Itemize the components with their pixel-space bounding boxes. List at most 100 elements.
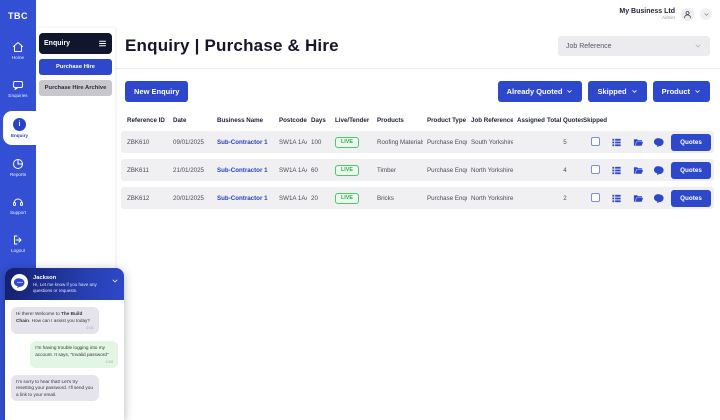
product-type-cell: Purchase Enquiry <box>423 139 467 146</box>
chat-icon[interactable] <box>654 165 665 176</box>
chat-agent-name: Jackson <box>33 275 105 282</box>
chat-agent-info: Jackson Hi, Let me know if you have any … <box>33 274 105 293</box>
purchase-hire-archive-button[interactable]: Purchase Hire Archive <box>39 80 112 96</box>
sidebar-item-reports[interactable]: Reports <box>0 152 36 183</box>
chat-message-text: . How can I assist you today? <box>29 318 90 323</box>
days-cell: 100 <box>307 139 331 146</box>
chat-messages: Hi there! Welcome to The Build Chain. Ho… <box>5 300 124 415</box>
sidebar-item-label: Support <box>10 210 26 215</box>
live-badge: LIVE <box>335 165 359 176</box>
collapse-panel-icon[interactable] <box>98 39 107 48</box>
chat-message-agent: I'm sorry to hear that! Let's try resett… <box>11 375 99 401</box>
quotes-button[interactable]: Quotes <box>671 190 711 207</box>
actions-bar: New Enquiry Already Quoted Skipped Produ… <box>115 69 720 112</box>
app-root: TBC Home Enquiries i Enquiry Reports <box>0 0 720 420</box>
skipped-filter-button[interactable]: Skipped <box>588 81 646 102</box>
business-name-link[interactable]: Sub-Contractor 1 <box>217 195 268 202</box>
sidebar-item-label: Enquiries <box>8 93 27 98</box>
chat-agent-avatar <box>11 274 28 291</box>
chat-message-user: I'm having trouble logging into my accou… <box>30 341 118 368</box>
postcode-cell: SW1A 1AA <box>275 167 307 174</box>
user-name: My Business Ltd <box>619 8 675 16</box>
avatar[interactable] <box>681 8 694 21</box>
chat-icon[interactable] <box>654 193 665 204</box>
sidebar-item-enquiries[interactable]: Enquiries <box>0 73 36 104</box>
job-reference-label: Job Reference <box>566 43 612 50</box>
column-header: Reference ID <box>123 117 169 124</box>
chat-collapse-chevron-icon[interactable] <box>111 272 119 280</box>
date-cell: 21/01/2025 <box>169 167 213 174</box>
column-header: Products <box>373 117 423 124</box>
chat-message-time: 2:03 <box>35 360 113 365</box>
table-row: ZBK611 21/01/2025 Sub-Contractor 1 SW1A … <box>121 159 714 181</box>
folder-icon[interactable] <box>633 165 644 176</box>
business-name-link[interactable]: Sub-Contractor 1 <box>217 139 268 146</box>
table-header-row: Reference ID Date Business Name Postcode… <box>121 114 714 131</box>
sidebar-item-logout[interactable]: Logout <box>0 228 36 259</box>
folder-icon[interactable] <box>633 137 644 148</box>
filter-label: Already Quoted <box>507 87 563 96</box>
enquiry-table: Reference ID Date Business Name Postcode… <box>115 112 720 209</box>
products-cell: Timber <box>373 167 423 174</box>
sidebar-item-label: Reports <box>10 172 26 177</box>
product-type-cell: Purchase Enquiry <box>423 167 467 174</box>
list-view-icon[interactable] <box>611 193 622 204</box>
already-quoted-filter-button[interactable]: Already Quoted <box>498 81 583 102</box>
logout-icon <box>12 234 24 246</box>
total-quotes-cell: 5 <box>547 139 583 146</box>
user-info: My Business Ltd Admin <box>619 8 675 21</box>
chevron-down-icon <box>694 88 701 95</box>
sidebar-item-enquiry[interactable]: i Enquiry <box>3 111 36 145</box>
sidebar-item-support[interactable]: Support <box>0 190 36 221</box>
date-cell: 09/01/2025 <box>169 139 213 146</box>
purchase-hire-button[interactable]: Purchase Hire <box>39 59 112 75</box>
business-name-link[interactable]: Sub-Contractor 1 <box>217 167 268 174</box>
sidebar-item-label: Logout <box>11 248 25 253</box>
live-badge: LIVE <box>335 193 359 204</box>
column-header: Product Type <box>423 117 467 124</box>
skipped-checkbox[interactable] <box>591 193 600 202</box>
chat-widget: Jackson Hi, Let me know if you have any … <box>5 268 124 420</box>
chat-icon[interactable] <box>654 137 665 148</box>
user-menu-chevron-icon[interactable] <box>700 8 712 20</box>
column-header: Live/Tender <box>331 117 373 124</box>
enquiry-panel-header: Enquiry <box>39 33 112 54</box>
panel-title: Enquiry <box>44 40 70 47</box>
job-reference-select[interactable]: Job Reference <box>558 36 710 56</box>
list-view-icon[interactable] <box>611 165 622 176</box>
column-header: Job Reference <box>467 117 513 124</box>
postcode-cell: SW1A 1AA <box>275 139 307 146</box>
filter-label: Product <box>662 87 690 96</box>
chat-agent-subtitle: Hi, Let me know if you have any question… <box>33 282 105 293</box>
filter-label: Skipped <box>597 87 626 96</box>
product-type-cell: Purchase Enquiry <box>423 195 467 202</box>
sidebar-item-home[interactable]: Home <box>0 35 36 66</box>
page-title: Enquiry | Purchase & Hire <box>125 36 339 56</box>
days-cell: 60 <box>307 167 331 174</box>
column-header: Assigned To <box>513 117 547 124</box>
table-row: ZBK612 20/01/2025 Sub-Contractor 1 SW1A … <box>121 187 714 209</box>
products-cell: Roofing Materials <box>373 139 423 146</box>
chat-message-text: I'm having trouble logging into my accou… <box>35 345 108 356</box>
product-filter-button[interactable]: Product <box>653 81 710 102</box>
topbar: My Business Ltd Admin <box>115 0 720 28</box>
sidebar-item-label: Home <box>12 55 24 60</box>
skipped-checkbox[interactable] <box>591 165 600 174</box>
column-header: Skipped <box>583 117 607 124</box>
new-enquiry-button[interactable]: New Enquiry <box>125 81 188 102</box>
live-badge: LIVE <box>335 137 359 148</box>
quotes-button[interactable]: Quotes <box>671 134 711 151</box>
skipped-checkbox[interactable] <box>591 137 600 146</box>
quotes-button[interactable]: Quotes <box>671 162 711 179</box>
user-role: Admin <box>619 15 675 20</box>
column-header: Business Name <box>213 117 275 124</box>
chat-header: Jackson Hi, Let me know if you have any … <box>5 268 124 300</box>
chat-message-time: 2:01 <box>16 326 94 331</box>
folder-icon[interactable] <box>633 193 644 204</box>
chevron-down-icon <box>631 88 638 95</box>
column-header: Total Quotes <box>547 117 583 124</box>
main-content: My Business Ltd Admin Enquiry | Purchase… <box>115 0 720 420</box>
job-reference-cell: South Yorkshire <box>467 139 513 146</box>
total-quotes-cell: 2 <box>547 195 583 202</box>
list-view-icon[interactable] <box>611 137 622 148</box>
